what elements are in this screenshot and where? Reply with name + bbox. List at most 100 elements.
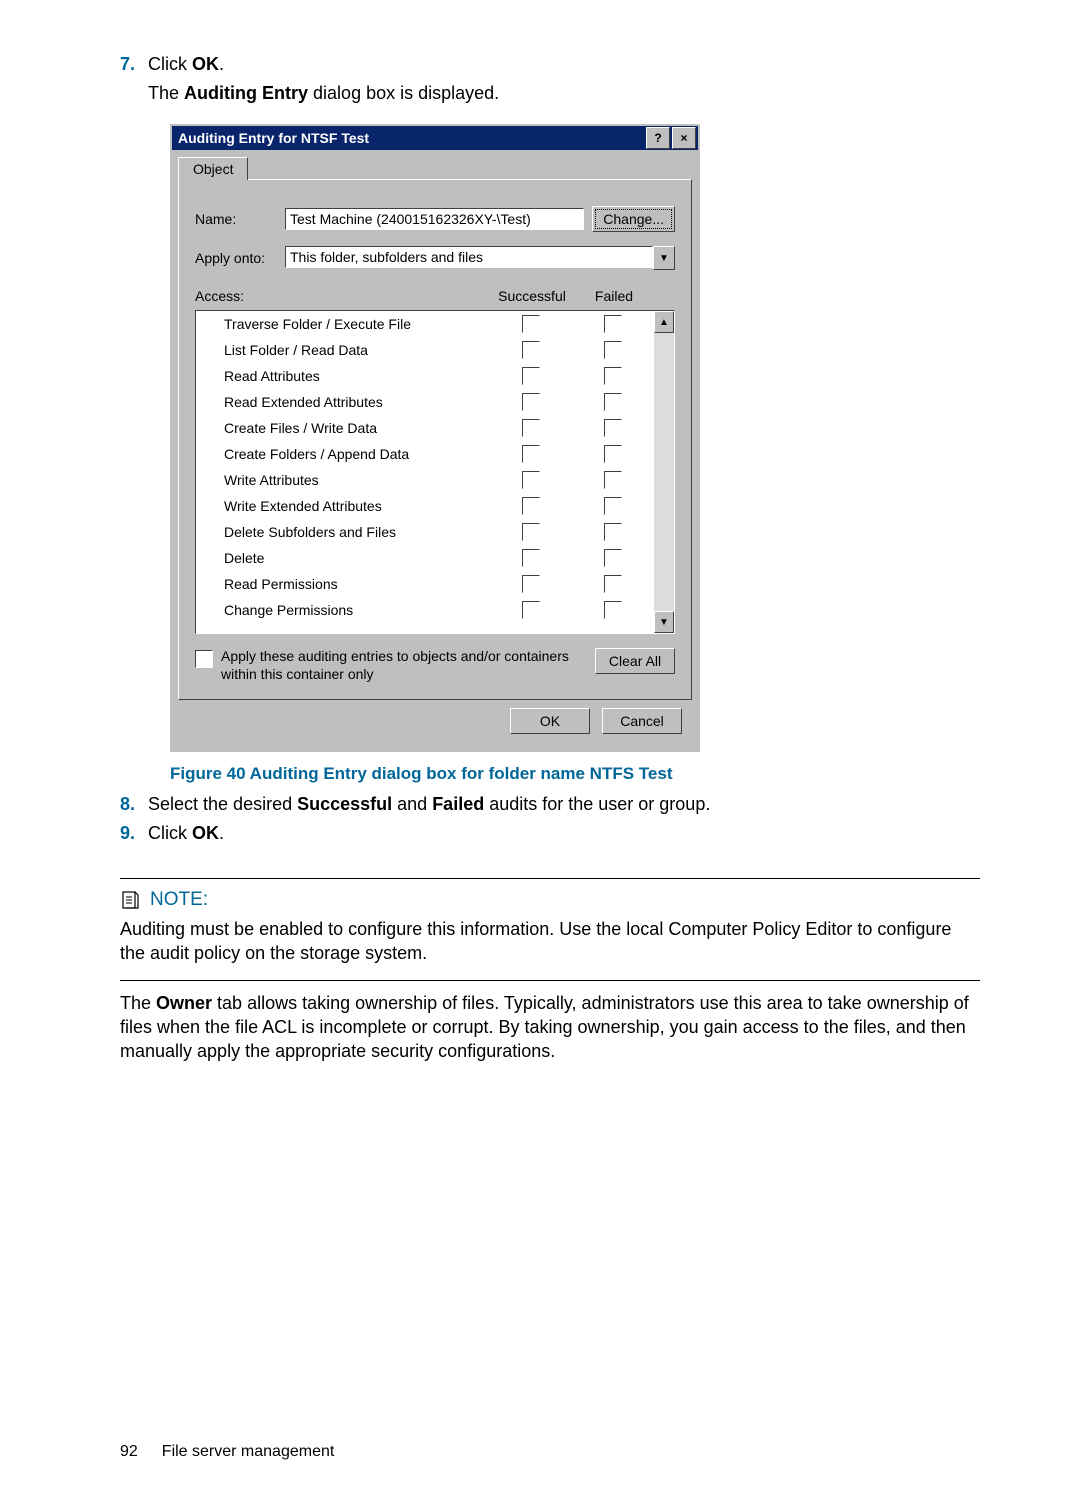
failed-checkbox[interactable] [604,575,622,593]
step-8: 8. Select the desired Successful and Fai… [120,794,980,815]
successful-checkbox[interactable] [522,367,540,385]
failed-checkbox[interactable] [604,341,622,359]
text: Select the desired [148,794,297,814]
page-footer: 92 File server management [120,1443,980,1461]
apply-onto-label: Apply onto: [195,250,285,266]
step-7-followup: The Auditing Entry dialog box is display… [148,83,980,104]
permission-row: Traverse Folder / Execute File [196,311,654,337]
figure-caption: Figure 40 Auditing Entry dialog box for … [170,764,980,784]
step-9: 9. Click OK. [120,823,980,844]
successful-checkbox[interactable] [522,315,540,333]
close-icon: × [680,131,687,145]
permission-name: Create Files / Write Data [196,420,490,436]
page: 7. Click OK. The Auditing Entry dialog b… [0,0,1080,1501]
failed-checkbox[interactable] [604,367,622,385]
failed-checkbox[interactable] [604,497,622,515]
scroll-down-button[interactable]: ▼ [654,611,674,633]
text: Click [148,54,192,74]
step-number: 9. [120,823,148,844]
failed-checkbox[interactable] [604,419,622,437]
apply-onto-dropdown[interactable]: This folder, subfolders and files ▼ [285,246,675,270]
note-separator-bottom [120,980,980,981]
step-number: 7. [120,54,148,75]
permission-name: Read Extended Attributes [196,394,490,410]
text: audits for the user or group. [484,794,710,814]
owner-paragraph: The Owner tab allows taking ownership of… [120,991,980,1064]
name-field[interactable]: Test Machine (240015162326XY-\Test) [285,208,584,230]
close-button[interactable]: × [672,127,696,149]
failed-checkbox[interactable] [604,601,622,619]
permission-row: List Folder / Read Data [196,337,654,363]
successful-checkbox[interactable] [522,445,540,463]
note-icon [120,890,140,910]
successful-checkbox[interactable] [522,549,540,567]
successful-checkbox[interactable] [522,393,540,411]
auditing-entry-dialog: Auditing Entry for NTSF Test ? × Object … [170,124,700,752]
failed-checkbox[interactable] [604,523,622,541]
cancel-button[interactable]: Cancel [602,708,682,734]
dialog-titlebar[interactable]: Auditing Entry for NTSF Test ? × [172,126,698,150]
failed-checkbox[interactable] [604,315,622,333]
text: Click [148,823,192,843]
page-number: 92 [120,1443,138,1461]
dialog-body: Object Name: Test Machine (240015162326X… [172,150,698,750]
dialog-title: Auditing Entry for NTSF Test [178,130,369,146]
apply-onto-value: This folder, subfolders and files [285,246,653,268]
step-7: 7. Click OK. [120,54,980,75]
failed-checkbox[interactable] [604,549,622,567]
permission-row: Change Permissions [196,597,654,623]
step-number: 8. [120,794,148,815]
failed-checkbox[interactable] [604,471,622,489]
col-failed: Failed [573,288,655,304]
chevron-down-icon[interactable]: ▼ [653,246,675,270]
col-successful: Successful [491,288,573,304]
note-separator-top [120,878,980,879]
dialog-actions: OK Cancel [178,700,692,744]
successful-checkbox[interactable] [522,601,540,619]
change-button[interactable]: Change... [592,206,675,232]
scrollbar[interactable]: ▲ ▼ [654,311,674,633]
clear-all-button[interactable]: Clear All [595,648,675,674]
successful-checkbox[interactable] [522,471,540,489]
permission-name: Read Permissions [196,576,490,592]
bold: OK [192,823,219,843]
text: tab allows taking ownership of files. Ty… [120,993,969,1062]
tab-object[interactable]: Object [178,157,248,180]
scroll-up-button[interactable]: ▲ [654,311,674,333]
note-heading-row: NOTE: [120,889,980,911]
permission-row: Write Attributes [196,467,654,493]
successful-checkbox[interactable] [522,419,540,437]
text: . [219,823,224,843]
permission-name: Write Attributes [196,472,490,488]
name-label: Name: [195,211,285,227]
permission-name: Delete Subfolders and Files [196,524,490,540]
failed-checkbox[interactable] [604,393,622,411]
ok-button[interactable]: OK [510,708,590,734]
permission-name: Write Extended Attributes [196,498,490,514]
permission-name: Read Attributes [196,368,490,384]
permission-name: Create Folders / Append Data [196,446,490,462]
apply-recursive-row: Apply these auditing entries to objects … [195,648,675,683]
successful-checkbox[interactable] [522,497,540,515]
permissions-listbox: Traverse Folder / Execute File List Folde… [195,310,675,634]
name-row: Name: Test Machine (240015162326XY-\Test… [195,206,675,232]
permission-name: Change Permissions [196,602,490,618]
footer-title: File server management [162,1443,335,1461]
failed-checkbox[interactable] [604,445,622,463]
access-header: Access: Successful Failed [195,288,675,304]
scroll-track[interactable] [654,333,674,611]
bold: OK [192,54,219,74]
help-icon: ? [654,131,661,145]
tab-panel: Name: Test Machine (240015162326XY-\Test… [178,179,692,700]
bold: Successful [297,794,392,814]
successful-checkbox[interactable] [522,523,540,541]
apply-onto-row: Apply onto: This folder, subfolders and … [195,246,675,270]
bold: Auditing Entry [184,83,308,103]
permission-row: Create Files / Write Data [196,415,654,441]
permission-name: List Folder / Read Data [196,342,490,358]
successful-checkbox[interactable] [522,575,540,593]
permissions-list[interactable]: Traverse Folder / Execute File List Folde… [196,311,654,633]
successful-checkbox[interactable] [522,341,540,359]
apply-recursive-checkbox[interactable] [195,650,213,668]
help-button[interactable]: ? [646,127,670,149]
